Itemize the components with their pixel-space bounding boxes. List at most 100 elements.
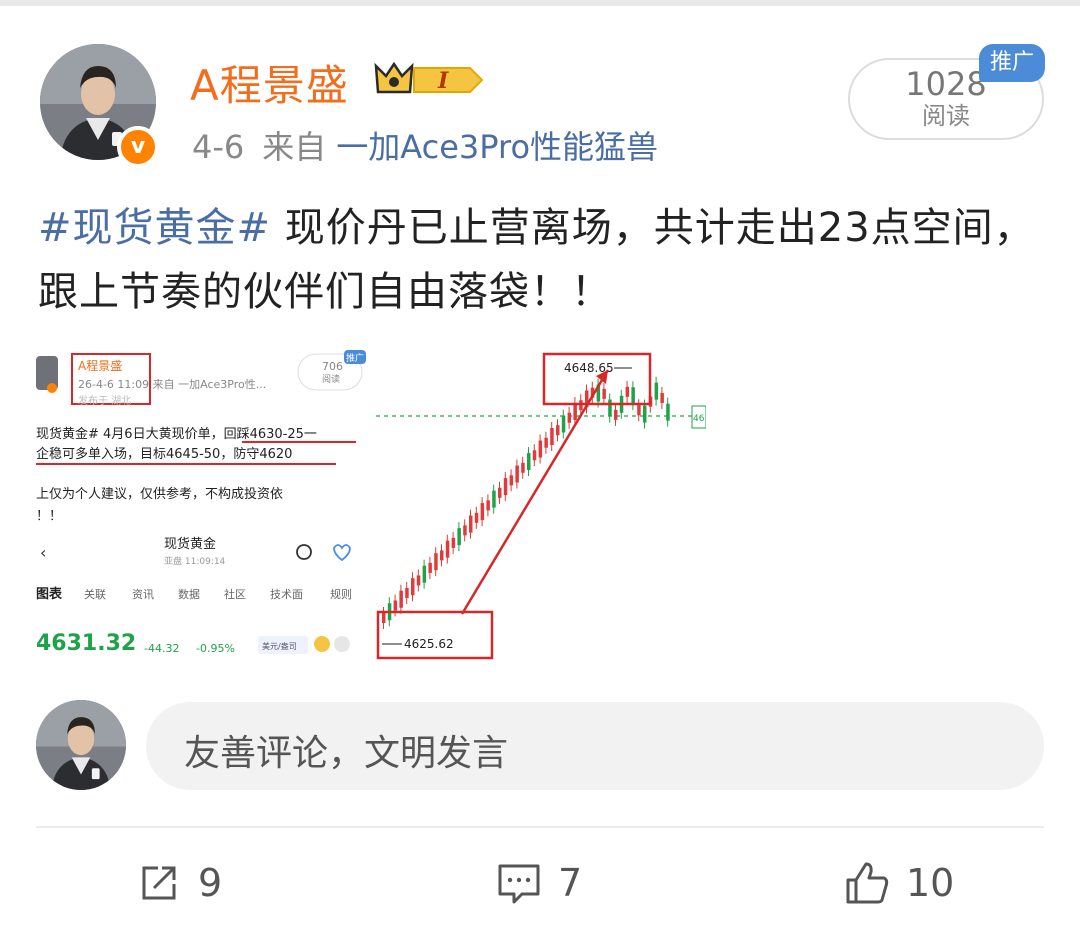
embedded-line4: ！！ [36,509,62,524]
embedded-app-subtitle: 亚盘 11:09:14 [164,555,226,567]
candle-body [411,578,415,596]
low-highlight-box [376,610,494,660]
candle-body [660,392,664,403]
candle-body [561,415,566,433]
embedded-line1: 现货黄金# 4月6日大黄现价单，回踩4630-25一 [36,426,317,442]
candle-body [463,525,467,536]
candle-body [422,565,427,583]
embedded-promo: 推广 [346,352,364,364]
candle-body [515,465,519,483]
my-avatar[interactable] [36,700,126,790]
embedded-tab: 图表 [36,586,63,602]
embedded-back-icon: ‹ [40,543,46,562]
candle-body [428,562,432,573]
share-count: 9 [198,861,223,905]
candle-body [643,405,647,423]
candle-body [631,387,635,405]
candle-body [666,403,670,421]
embedded-tab: 技术面 [270,588,303,601]
candle-body [614,409,618,420]
embedded-price: 4631.32 [36,631,136,656]
post-date: 4-6 [192,128,245,166]
candle-body [399,590,403,608]
action-divider [36,826,1044,828]
comment-input[interactable]: 友善评论，文明发言 [146,702,1044,790]
embedded-tab: 数据 [178,587,200,601]
embedded-change-pct: -0.95% [196,642,235,655]
candlestick-series [382,376,670,629]
embedded-tab: 资讯 [132,588,154,601]
embedded-tabs: 图表 关联 资讯 数据 社区 技术面 规则 [36,586,352,602]
low-price-label: 4625.62 [404,637,454,651]
like-button[interactable]: 10 [844,858,954,908]
candle-body [393,600,398,611]
candle-body [544,437,548,448]
candle-body [532,450,537,461]
trend-arrow [460,369,610,615]
candle-body [556,425,560,436]
candle-body [521,462,525,473]
comment-button[interactable]: 7 [496,858,582,908]
author-name[interactable]: A程景盛 [190,52,349,113]
embedded-reads: 706 [322,360,343,373]
hashtag-link[interactable]: #现货黄金# [38,205,271,251]
candle-body [637,405,641,416]
candle-body [550,428,554,446]
candle-body [509,475,514,486]
comment-count: 7 [558,861,583,905]
candle-body [503,478,508,496]
candle-body [474,512,479,523]
candle-body [480,503,485,521]
embedded-line3: 上仅为个人建议，仅供参考，不构成投资依 [36,486,283,502]
candle-body [527,453,531,471]
embedded-search-icon [296,544,312,560]
thumbs-up-icon [846,862,889,904]
embedded-app-title: 现货黄金 [164,536,216,552]
embedded-reads-label: 阅读 [322,373,340,385]
candle-body [440,550,444,561]
promo-badge[interactable]: 推广 [979,44,1045,82]
like-count: 10 [906,861,955,905]
embedded-author: A程景盛 [78,358,122,373]
embedded-line2: 企稳可多单入场，目标4645-50，防守4620 [36,446,292,462]
candle-body [492,490,496,508]
embedded-location: 发布于 湖北 [78,394,131,407]
candle-body [382,613,386,623]
edge-price-tag: 46 [693,414,705,424]
embedded-tab: 规则 [330,587,352,601]
candle-body [602,388,606,399]
embedded-tab: 社区 [224,587,246,601]
embedded-change: -44.32 [144,642,179,655]
candle-body [573,402,577,420]
share-button[interactable]: 9 [136,858,222,908]
candle-body [498,487,502,498]
candle-body [445,540,450,558]
candle-body [469,515,473,533]
candle-body [608,399,612,417]
candle-body [625,386,630,397]
candle-body [405,587,409,598]
post-meta: 4-6 来自 一加Ace3Pro性能猛兽 [192,122,658,168]
candle-body [538,440,543,458]
candle-body [416,575,421,586]
verified-badge-icon: v [117,126,159,168]
candle-body [567,412,572,423]
comment-placeholder: 友善评论，文明发言 [184,733,509,774]
candle-body [434,553,438,571]
top-divider [0,0,1080,6]
embedded-heart-icon [333,544,351,562]
post-image-screenshot[interactable]: A程景盛 26-4-6 11:09 来自 一加Ace3Pro性... 发布于 湖… [36,348,368,668]
comment-icon [498,864,540,904]
embedded-meta: 26-4-6 11:09 来自 一加Ace3Pro性... [78,377,266,391]
embedded-tab: 关联 [84,587,106,601]
share-icon [142,866,176,900]
post-content: #现货黄金# 现价丹已止营离场，共计走出23点空间，跟上节奏的伙伴们自由落袋！！ [38,196,1038,324]
svg-text:I: I [437,68,449,94]
source-device[interactable]: 一加Ace3Pro性能猛兽 [336,128,658,166]
read-label: 阅读 [922,102,970,130]
candle-body [486,500,490,511]
vip-crown-icon[interactable]: I [370,58,486,100]
post-image-chart[interactable]: 4648.65 4625.62 46 [376,348,706,668]
candle-body [457,528,461,546]
candle-body [654,382,659,400]
